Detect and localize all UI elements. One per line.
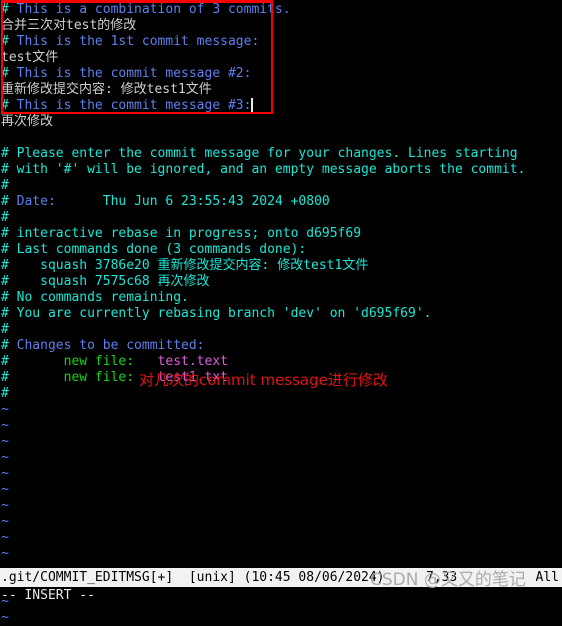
buffer-line[interactable]: # <box>1 178 562 194</box>
buffer-line[interactable]: # with '#' will be ignored, and an empty… <box>1 162 562 178</box>
commit-message-text: 再次修改 <box>1 114 54 129</box>
empty-line-marker: ~ <box>1 418 9 433</box>
buffer-line[interactable]: # This is the commit message #3: <box>1 98 562 114</box>
comment-hash-glyph: # <box>1 34 17 49</box>
buffer-line[interactable]: # Changes to be committed: <box>1 338 562 354</box>
staged-file-name: test.text <box>157 354 228 369</box>
vim-mode-indicator: -- INSERT -- <box>1 588 95 603</box>
buffer-line[interactable]: # This is the commit message #2: <box>1 66 562 82</box>
comment-text: You are currently rebasing branch 'dev' … <box>16 306 432 321</box>
buffer-line[interactable]: # This is the 1st commit message: <box>1 34 562 50</box>
empty-line-marker: ~ <box>1 514 9 529</box>
status-label: new file: <box>16 354 158 369</box>
buffer-line[interactable]: # interactive rebase in progress; onto d… <box>1 226 562 242</box>
comment-text: No commands remaining. <box>16 290 189 305</box>
commit-message-text: test文件 <box>1 50 59 65</box>
comment-hash-glyph: # <box>1 290 17 305</box>
comment-hash-glyph: # <box>1 66 17 81</box>
buffer-line[interactable]: # Date: Thu Jun 6 23:55:43 2024 +0800 <box>1 194 562 210</box>
empty-line-marker: ~ <box>1 530 9 545</box>
comment-text: squash 3786e20 重新修改提交内容: 修改test1文件 <box>16 258 369 273</box>
comment-hash-glyph: # <box>1 370 17 385</box>
comment-hash-glyph: # <box>1 162 17 177</box>
vim-text-buffer[interactable]: # This is a combination of 3 commits. 合并三… <box>0 0 562 625</box>
comment-text: Please enter the commit message for your… <box>16 146 518 161</box>
comment-hash-glyph: # <box>1 338 17 353</box>
buffer-line[interactable]: # squash 3786e20 重新修改提交内容: 修改test1文件 <box>1 258 562 274</box>
buffer-line[interactable]: 合并三次对test的修改 <box>1 18 562 34</box>
buffer-line[interactable]: # new file: test.text <box>1 354 562 370</box>
buffer-line[interactable]: # <box>1 322 562 338</box>
empty-line-marker: ~ <box>1 466 9 481</box>
comment-hash-glyph: # <box>1 306 17 321</box>
empty-line-marker: ~ <box>1 402 9 417</box>
comment-text: squash 7575c68 再次修改 <box>16 274 210 289</box>
comment-hash-glyph: # <box>1 386 9 401</box>
buffer-line[interactable]: test文件 <box>1 50 562 66</box>
empty-line-marker: ~ <box>1 546 9 561</box>
comment-hash-glyph: # <box>1 210 9 225</box>
buffer-line[interactable]: # No commands remaining. <box>1 290 562 306</box>
comment-hash-glyph: # <box>1 178 9 193</box>
comment-text: with '#' will be ignored, and an empty m… <box>16 162 526 177</box>
comment-hash-glyph: # <box>1 258 17 273</box>
field-value: Thu Jun 6 23:55:43 2024 +0800 <box>71 194 330 209</box>
comment-hash-glyph: # <box>1 274 17 289</box>
buffer-line[interactable] <box>1 130 562 146</box>
buffer-line[interactable]: # squash 7575c68 再次修改 <box>1 274 562 290</box>
comment-hash-glyph: # <box>1 242 17 257</box>
vim-status-bar: .git/COMMIT_EDITMSG[+] [unix] (10:45 08/… <box>0 568 562 587</box>
status-cursor-position: 7,33 All <box>425 570 559 585</box>
status-label: new file: <box>16 370 158 385</box>
comment-text: This is a combination of 3 commits. <box>16 2 291 17</box>
comment-hash-glyph: # <box>1 226 17 241</box>
empty-line-marker: ~ <box>1 434 9 449</box>
comment-text: This is the commit message #3: <box>16 98 252 113</box>
buffer-line[interactable]: # Please enter the commit message for yo… <box>1 146 562 162</box>
comment-hash-glyph: # <box>1 194 17 209</box>
commit-message-text: 合并三次对test的修改 <box>1 18 137 33</box>
comment-hash-glyph: # <box>1 146 17 161</box>
buffer-line[interactable]: # This is a combination of 3 commits. <box>1 2 562 18</box>
buffer-line[interactable]: # You are currently rebasing branch 'dev… <box>1 306 562 322</box>
terminal-window: # This is a combination of 3 commits. 合并三… <box>0 0 562 625</box>
comment-hash-glyph: # <box>1 98 17 113</box>
empty-line-marker: ~ <box>1 482 9 497</box>
buffer-line[interactable]: # Last commands done (3 commands done): <box>1 242 562 258</box>
buffer-line[interactable]: 再次修改 <box>1 114 562 130</box>
comment-hash-glyph: # <box>1 2 17 17</box>
comment-hash-glyph: # <box>1 354 17 369</box>
comment-text: This is the commit message #2: <box>16 66 252 81</box>
empty-line-marker: ~ <box>1 610 9 625</box>
comment-text: This is the 1st commit message: <box>16 34 260 49</box>
text-cursor <box>251 98 254 112</box>
comment-text: Changes to be committed: <box>16 338 205 353</box>
comment-hash-glyph: # <box>1 322 9 337</box>
status-filename: .git/COMMIT_EDITMSG[+] [unix] (10:45 08/… <box>1 570 385 585</box>
field-label: Date: <box>16 194 72 209</box>
buffer-line[interactable]: # <box>1 210 562 226</box>
empty-line-marker: ~ <box>1 450 9 465</box>
commit-message-text: 重新修改提交内容: 修改test1文件 <box>1 82 212 97</box>
comment-text: interactive rebase in progress; onto d69… <box>16 226 362 241</box>
buffer-line[interactable]: 重新修改提交内容: 修改test1文件 <box>1 82 562 98</box>
comment-text: Last commands done (3 commands done): <box>16 242 307 257</box>
empty-line-marker: ~ <box>1 498 9 513</box>
annotation-caption: 对几次的commit message进行修改 <box>139 371 388 389</box>
